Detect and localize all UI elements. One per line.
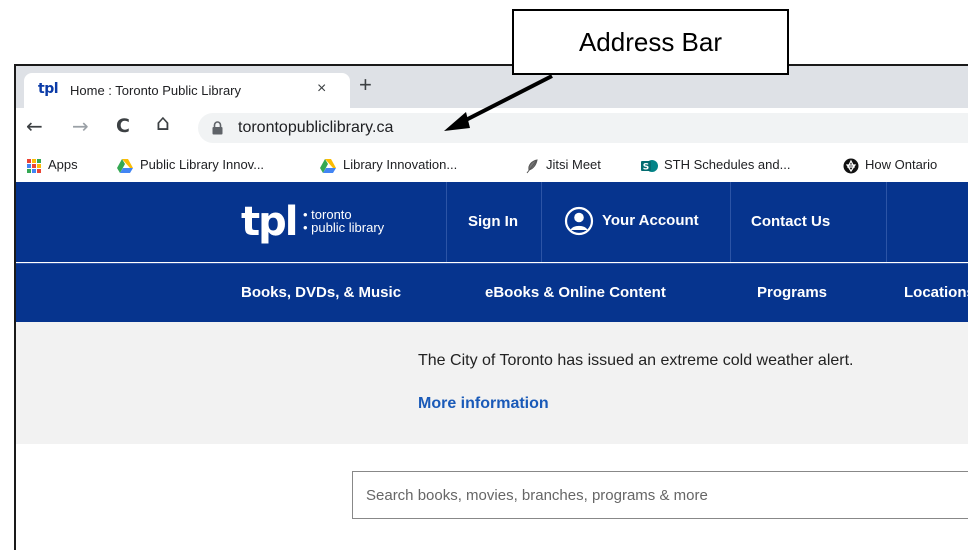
- callout-arrow: [444, 74, 553, 131]
